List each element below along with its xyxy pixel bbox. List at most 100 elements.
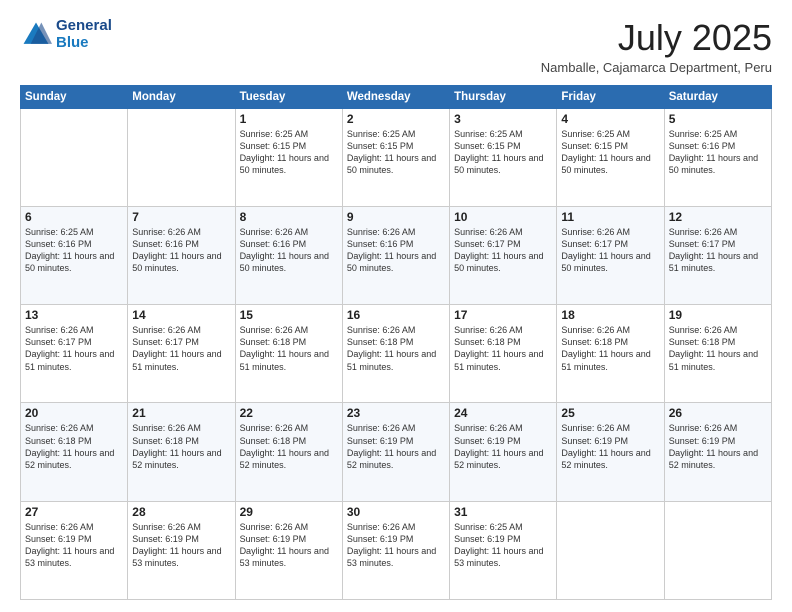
day-info: Sunrise: 6:25 AM Sunset: 6:15 PM Dayligh… bbox=[454, 128, 552, 177]
day-info: Sunrise: 6:26 AM Sunset: 6:17 PM Dayligh… bbox=[669, 226, 767, 275]
day-info: Sunrise: 6:26 AM Sunset: 6:16 PM Dayligh… bbox=[240, 226, 338, 275]
calendar-cell bbox=[128, 108, 235, 206]
calendar-cell: 9 Sunrise: 6:26 AM Sunset: 6:16 PM Daylig… bbox=[342, 206, 449, 304]
header: General Blue July 2025 Namballe, Cajamar… bbox=[20, 18, 772, 75]
calendar-cell: 20Sunrise: 6:26 AM Sunset: 6:18 PM Dayli… bbox=[21, 403, 128, 501]
calendar: SundayMondayTuesdayWednesdayThursdayFrid… bbox=[20, 85, 772, 600]
calendar-cell: 16 Sunrise: 6:26 AM Sunset: 6:18 PM Dayli… bbox=[342, 305, 449, 403]
day-number: 5 bbox=[669, 112, 767, 126]
calendar-cell: 3 Sunrise: 6:25 AM Sunset: 6:15 PM Daylig… bbox=[450, 108, 557, 206]
calendar-header-tuesday: Tuesday bbox=[235, 85, 342, 108]
day-number: 23 bbox=[347, 406, 445, 420]
day-info: Sunrise: 6:26 AM Sunset: 6:18 PM Dayligh… bbox=[240, 422, 338, 471]
day-info: Sunrise: 6:25 AM Sunset: 6:15 PM Dayligh… bbox=[347, 128, 445, 177]
day-number: 7 bbox=[132, 210, 230, 224]
calendar-week-4: 20Sunrise: 6:26 AM Sunset: 6:18 PM Dayli… bbox=[21, 403, 772, 501]
calendar-cell: 25 Sunrise: 6:26 AM Sunset: 6:19 PM Dayli… bbox=[557, 403, 664, 501]
day-info: Sunrise: 6:26 AM Sunset: 6:17 PM Dayligh… bbox=[454, 226, 552, 275]
calendar-cell: 11 Sunrise: 6:26 AM Sunset: 6:17 PM Dayli… bbox=[557, 206, 664, 304]
day-number: 14 bbox=[132, 308, 230, 322]
day-info: Sunrise: 6:26 AM Sunset: 6:19 PM Dayligh… bbox=[561, 422, 659, 471]
day-info: Sunrise: 6:26 AM Sunset: 6:16 PM Dayligh… bbox=[347, 226, 445, 275]
logo-icon bbox=[20, 19, 52, 51]
day-info: Sunrise: 6:26 AM Sunset: 6:18 PM Dayligh… bbox=[454, 324, 552, 373]
calendar-cell: 2 Sunrise: 6:25 AM Sunset: 6:15 PM Daylig… bbox=[342, 108, 449, 206]
calendar-cell bbox=[664, 501, 771, 599]
day-number: 31 bbox=[454, 505, 552, 519]
calendar-week-2: 6Sunrise: 6:25 AM Sunset: 6:16 PM Daylig… bbox=[21, 206, 772, 304]
page: General Blue July 2025 Namballe, Cajamar… bbox=[0, 0, 792, 612]
day-number: 28 bbox=[132, 505, 230, 519]
calendar-cell: 21 Sunrise: 6:26 AM Sunset: 6:18 PM Dayli… bbox=[128, 403, 235, 501]
day-number: 11 bbox=[561, 210, 659, 224]
calendar-cell: 17Sunrise: 6:26 AM Sunset: 6:18 PM Dayli… bbox=[450, 305, 557, 403]
calendar-header-sunday: Sunday bbox=[21, 85, 128, 108]
calendar-cell bbox=[557, 501, 664, 599]
calendar-cell: 12 Sunrise: 6:26 AM Sunset: 6:17 PM Dayli… bbox=[664, 206, 771, 304]
day-number: 21 bbox=[132, 406, 230, 420]
day-info: Sunrise: 6:26 AM Sunset: 6:19 PM Dayligh… bbox=[454, 422, 552, 471]
day-info: Sunrise: 6:26 AM Sunset: 6:18 PM Dayligh… bbox=[561, 324, 659, 373]
day-number: 6 bbox=[25, 210, 123, 224]
calendar-header-monday: Monday bbox=[128, 85, 235, 108]
day-info: Sunrise: 6:25 AM Sunset: 6:19 PM Dayligh… bbox=[454, 521, 552, 570]
calendar-cell: 30 Sunrise: 6:26 AM Sunset: 6:19 PM Dayli… bbox=[342, 501, 449, 599]
calendar-cell bbox=[21, 108, 128, 206]
calendar-week-5: 27 Sunrise: 6:26 AM Sunset: 6:19 PM Dayli… bbox=[21, 501, 772, 599]
calendar-cell: 6Sunrise: 6:25 AM Sunset: 6:16 PM Daylig… bbox=[21, 206, 128, 304]
calendar-cell: 4Sunrise: 6:25 AM Sunset: 6:15 PM Daylig… bbox=[557, 108, 664, 206]
day-number: 25 bbox=[561, 406, 659, 420]
calendar-cell: 1Sunrise: 6:25 AM Sunset: 6:15 PM Daylig… bbox=[235, 108, 342, 206]
calendar-cell: 15Sunrise: 6:26 AM Sunset: 6:18 PM Dayli… bbox=[235, 305, 342, 403]
calendar-cell: 26 Sunrise: 6:26 AM Sunset: 6:19 PM Dayli… bbox=[664, 403, 771, 501]
day-info: Sunrise: 6:26 AM Sunset: 6:19 PM Dayligh… bbox=[347, 422, 445, 471]
calendar-cell: 23 Sunrise: 6:26 AM Sunset: 6:19 PM Dayli… bbox=[342, 403, 449, 501]
calendar-cell: 5 Sunrise: 6:25 AM Sunset: 6:16 PM Daylig… bbox=[664, 108, 771, 206]
day-number: 27 bbox=[25, 505, 123, 519]
day-number: 30 bbox=[347, 505, 445, 519]
day-info: Sunrise: 6:26 AM Sunset: 6:18 PM Dayligh… bbox=[669, 324, 767, 373]
calendar-cell: 7 Sunrise: 6:26 AM Sunset: 6:16 PM Daylig… bbox=[128, 206, 235, 304]
title-area: July 2025 Namballe, Cajamarca Department… bbox=[541, 18, 772, 75]
day-number: 2 bbox=[347, 112, 445, 126]
calendar-header-friday: Friday bbox=[557, 85, 664, 108]
calendar-cell: 31 Sunrise: 6:25 AM Sunset: 6:19 PM Dayli… bbox=[450, 501, 557, 599]
day-info: Sunrise: 6:26 AM Sunset: 6:19 PM Dayligh… bbox=[25, 521, 123, 570]
calendar-cell: 22 Sunrise: 6:26 AM Sunset: 6:18 PM Dayli… bbox=[235, 403, 342, 501]
day-info: Sunrise: 6:26 AM Sunset: 6:19 PM Dayligh… bbox=[132, 521, 230, 570]
day-number: 18 bbox=[561, 308, 659, 322]
calendar-cell: 27 Sunrise: 6:26 AM Sunset: 6:19 PM Dayli… bbox=[21, 501, 128, 599]
calendar-week-3: 13 Sunrise: 6:26 AM Sunset: 6:17 PM Dayli… bbox=[21, 305, 772, 403]
calendar-cell: 13 Sunrise: 6:26 AM Sunset: 6:17 PM Dayli… bbox=[21, 305, 128, 403]
day-number: 19 bbox=[669, 308, 767, 322]
calendar-week-1: 1Sunrise: 6:25 AM Sunset: 6:15 PM Daylig… bbox=[21, 108, 772, 206]
day-number: 26 bbox=[669, 406, 767, 420]
day-number: 4 bbox=[561, 112, 659, 126]
logo-text: General Blue bbox=[56, 18, 112, 51]
day-info: Sunrise: 6:26 AM Sunset: 6:17 PM Dayligh… bbox=[25, 324, 123, 373]
day-info: Sunrise: 6:26 AM Sunset: 6:17 PM Dayligh… bbox=[132, 324, 230, 373]
day-info: Sunrise: 6:26 AM Sunset: 6:18 PM Dayligh… bbox=[347, 324, 445, 373]
day-number: 9 bbox=[347, 210, 445, 224]
day-info: Sunrise: 6:26 AM Sunset: 6:18 PM Dayligh… bbox=[25, 422, 123, 471]
location: Namballe, Cajamarca Department, Peru bbox=[541, 60, 772, 75]
day-info: Sunrise: 6:26 AM Sunset: 6:19 PM Dayligh… bbox=[347, 521, 445, 570]
day-number: 22 bbox=[240, 406, 338, 420]
day-info: Sunrise: 6:26 AM Sunset: 6:16 PM Dayligh… bbox=[132, 226, 230, 275]
calendar-cell: 19 Sunrise: 6:26 AM Sunset: 6:18 PM Dayli… bbox=[664, 305, 771, 403]
day-number: 16 bbox=[347, 308, 445, 322]
day-number: 10 bbox=[454, 210, 552, 224]
day-number: 29 bbox=[240, 505, 338, 519]
day-number: 13 bbox=[25, 308, 123, 322]
day-info: Sunrise: 6:26 AM Sunset: 6:18 PM Dayligh… bbox=[240, 324, 338, 373]
day-info: Sunrise: 6:26 AM Sunset: 6:17 PM Dayligh… bbox=[561, 226, 659, 275]
day-info: Sunrise: 6:25 AM Sunset: 6:16 PM Dayligh… bbox=[669, 128, 767, 177]
day-info: Sunrise: 6:26 AM Sunset: 6:19 PM Dayligh… bbox=[669, 422, 767, 471]
calendar-cell: 29 Sunrise: 6:26 AM Sunset: 6:19 PM Dayli… bbox=[235, 501, 342, 599]
calendar-cell: 28 Sunrise: 6:26 AM Sunset: 6:19 PM Dayli… bbox=[128, 501, 235, 599]
day-number: 12 bbox=[669, 210, 767, 224]
day-number: 3 bbox=[454, 112, 552, 126]
day-info: Sunrise: 6:26 AM Sunset: 6:18 PM Dayligh… bbox=[132, 422, 230, 471]
calendar-header-thursday: Thursday bbox=[450, 85, 557, 108]
day-info: Sunrise: 6:26 AM Sunset: 6:19 PM Dayligh… bbox=[240, 521, 338, 570]
